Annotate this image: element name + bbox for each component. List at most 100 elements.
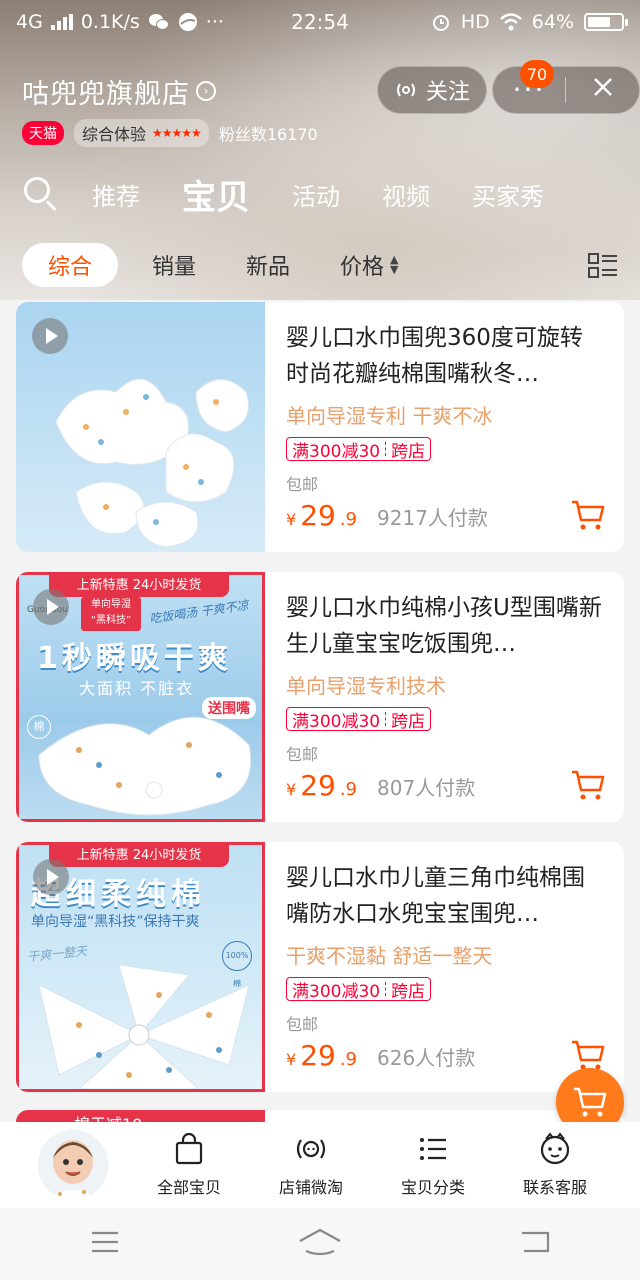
promo-scope: 跨店 (391, 441, 426, 462)
close-icon (593, 78, 612, 96)
sort-sales[interactable]: 销量 (152, 249, 196, 281)
product-card[interactable]: 婴儿口水巾围兜360度可旋转时尚花瓣纯棉围嘴秋冬… 单向导湿专利 干爽不冰 满3… (16, 302, 624, 552)
battery-icon (584, 13, 628, 31)
currency-symbol: ¥ (286, 1050, 297, 1069)
promo-tag: 满300减30 跨店 (286, 707, 432, 732)
promo-main: 满300减30 (292, 441, 381, 462)
sort-arrows-icon: ▲ ▼ (390, 253, 399, 276)
banner-ribbon: 上新特惠 24小时发货 (49, 845, 229, 867)
chat-icon (540, 1132, 570, 1165)
price-decimal: .9 (339, 779, 358, 800)
sold-count: 626人付款 (377, 1046, 476, 1070)
promo-main: 满300减30 (292, 711, 381, 732)
list-icon (420, 1138, 446, 1160)
shop-meta: 天猫 综合体验 ★★★★★ 粉丝数16170 (22, 119, 318, 147)
tab-videos[interactable]: 视频 (382, 177, 430, 212)
promo-tag: 满300减30 跨店 (286, 977, 432, 1002)
price-decimal: .9 (339, 509, 358, 530)
tmall-badge: 天猫 (22, 121, 64, 145)
product-selling-point: 干爽不湿黏 舒适一整天 (286, 944, 493, 968)
banner-ribbon: 上新特惠 24小时发货 (49, 575, 229, 597)
nav-all-products[interactable]: 全部宝贝 (128, 1132, 250, 1198)
promo-scope: 跨店 (391, 711, 426, 732)
clock: 22:54 (291, 10, 349, 34)
promo-scope: 跨店 (391, 981, 426, 1002)
price-integer: 29 (300, 769, 336, 802)
product-selling-point: 单向导湿专利技术 (286, 674, 446, 698)
sold-count: 807人付款 (377, 776, 476, 800)
play-video-icon[interactable] (33, 589, 69, 625)
nav-customer-service[interactable]: 联系客服 (494, 1132, 616, 1198)
price-decimal: .9 (339, 1049, 358, 1070)
product-title[interactable]: 婴儿口水巾围兜360度可旋转时尚花瓣纯棉围嘴秋冬… (286, 320, 602, 392)
broadcast-icon (396, 83, 415, 97)
nav-label: 联系客服 (522, 1178, 587, 1197)
banner-tag-line1: 单向导湿 (91, 599, 131, 610)
layout-toggle-icon[interactable] (588, 252, 618, 280)
nav-label: 宝贝分类 (400, 1178, 465, 1197)
sort-price[interactable]: 价格 ▲ ▼ (340, 249, 398, 281)
currency-symbol: ¥ (286, 780, 297, 799)
shop-tabs: 推荐 宝贝 活动 视频 买家秀 (22, 168, 618, 220)
sort-new[interactable]: 新品 (246, 249, 290, 281)
product-title[interactable]: 婴儿口水巾纯棉小孩U型围嘴新生儿童宝宝吃饭围兜… (286, 590, 602, 662)
currency-symbol: ¥ (286, 510, 297, 529)
nav-categories[interactable]: 宝贝分类 (372, 1132, 494, 1198)
status-bar: 4G 0.1K/s ··· 22:54 HD 64% (0, 0, 640, 44)
fans-count: 粉丝数16170 (218, 125, 318, 144)
follow-label: 关注 (425, 80, 470, 105)
sort-overall[interactable]: 综合 (22, 243, 118, 287)
rating-badge: 综合体验 ★★★★★ (74, 119, 209, 147)
banner-subline: 单向导湿“黑科技”保持干爽 (31, 914, 200, 930)
broadcast-icon (296, 1139, 326, 1159)
add-to-cart-icon[interactable] (570, 498, 606, 532)
sort-filters: 综合 销量 新品 价格 ▲ ▼ (22, 242, 624, 288)
tab-products[interactable]: 宝贝 (182, 170, 250, 219)
product-image[interactable]: 上新特惠 24小时发货 Guoudou 单向导湿“黑科技” 吃饭喝汤 干爽不凉 … (16, 572, 265, 822)
price-integer: 29 (300, 1039, 336, 1072)
banner-tag: 单向导湿 “黑科技” (81, 597, 141, 631)
product-image[interactable]: 上新特惠 24小时发货 超细柔纯棉 单向导湿“黑科技”保持干爽 干爽一整天 10… (16, 842, 265, 1092)
free-shipping: 包邮 (286, 745, 319, 764)
menu-icon[interactable] (88, 1229, 122, 1259)
banner-headline: 1秒瞬吸干爽 (37, 641, 232, 676)
sold-count: 9217人付款 (377, 506, 488, 530)
tab-recommend[interactable]: 推荐 (92, 177, 140, 212)
add-to-cart-icon[interactable] (570, 1038, 606, 1072)
rating-stars-icon: ★★★★★ (152, 126, 202, 140)
add-to-cart-icon[interactable] (570, 768, 606, 802)
free-shipping: 包邮 (286, 475, 319, 494)
promo-main: 满300减30 (292, 981, 381, 1002)
more-close-group: ··· (492, 66, 640, 114)
sort-price-label: 价格 (340, 255, 385, 280)
message-count-badge: 70 (520, 60, 554, 88)
product-card[interactable]: 上新特惠 24小时发货 Guoudou 单向导湿“黑科技” 吃饭喝汤 干爽不凉 … (16, 572, 624, 822)
product-title[interactable]: 婴儿口水巾儿童三角巾纯棉围嘴防水口水兜宝宝围兜… (286, 860, 602, 932)
play-video-icon[interactable] (32, 318, 68, 354)
nav-label: 店铺微淘 (278, 1178, 343, 1197)
product-card[interactable]: 上新特惠 24小时发货 超细柔纯棉 单向导湿“黑科技”保持干爽 干爽一整天 10… (16, 842, 624, 1092)
back-icon[interactable] (518, 1229, 552, 1259)
shop-bottom-nav: 全部宝贝 店铺微淘 宝贝分类 联系客服 (0, 1122, 640, 1208)
follow-button[interactable]: 关注 (377, 66, 487, 114)
shop-name[interactable]: 咕兜兜旗舰店 (22, 72, 190, 111)
bag-icon (175, 1132, 203, 1165)
tab-buyer-show[interactable]: 买家秀 (472, 177, 544, 212)
banner-tag-line2: “黑科技” (90, 615, 132, 626)
nav-shop-feed[interactable]: 店铺微淘 (250, 1132, 372, 1198)
close-button[interactable] (566, 75, 639, 105)
rating-label: 综合体验 (82, 125, 147, 144)
nav-label: 全部宝贝 (156, 1178, 221, 1197)
search-icon[interactable] (22, 175, 60, 213)
promo-tag: 满300减30 跨店 (286, 437, 432, 462)
product-image[interactable] (16, 302, 265, 552)
home-icon[interactable] (298, 1227, 342, 1261)
cart-icon (574, 1087, 607, 1117)
system-navigation-bar (0, 1208, 640, 1280)
play-video-icon[interactable] (33, 859, 69, 895)
tab-activities[interactable]: 活动 (292, 177, 340, 212)
chevron-right-icon[interactable]: › (196, 81, 216, 101)
price-integer: 29 (300, 499, 336, 532)
product-selling-point: 单向导湿专利 干爽不冰 (286, 404, 493, 428)
shop-avatar[interactable] (38, 1130, 108, 1200)
